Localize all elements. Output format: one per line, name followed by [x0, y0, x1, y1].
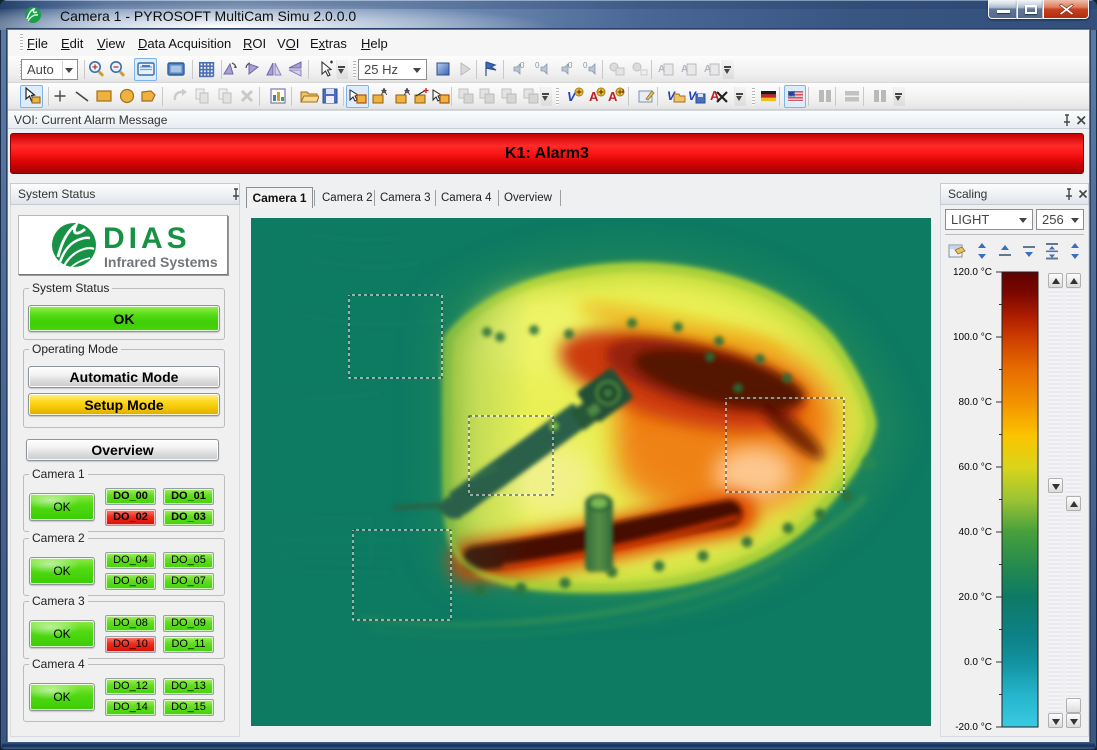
svg-text:120.0 °C: 120.0 °C: [953, 267, 992, 278]
svg-text:A: A: [658, 64, 665, 75]
svg-text:0: 0: [535, 61, 540, 70]
svg-text:0: 0: [568, 61, 573, 70]
svg-text:40.0 °C: 40.0 °C: [959, 527, 992, 538]
svg-text:A: A: [681, 64, 688, 75]
svg-text:100.0 °C: 100.0 °C: [953, 332, 992, 343]
svg-text:60.0 °C: 60.0 °C: [959, 462, 992, 473]
svg-text:0: 0: [520, 61, 525, 70]
svg-text:80.0 °C: 80.0 °C: [959, 397, 992, 408]
svg-text:20.0 °C: 20.0 °C: [959, 592, 992, 603]
svg-text:A: A: [704, 64, 711, 75]
svg-text:0.0 °C: 0.0 °C: [964, 657, 992, 668]
svg-text:0: 0: [583, 61, 588, 70]
svg-text:-20.0 °C: -20.0 °C: [955, 722, 992, 733]
